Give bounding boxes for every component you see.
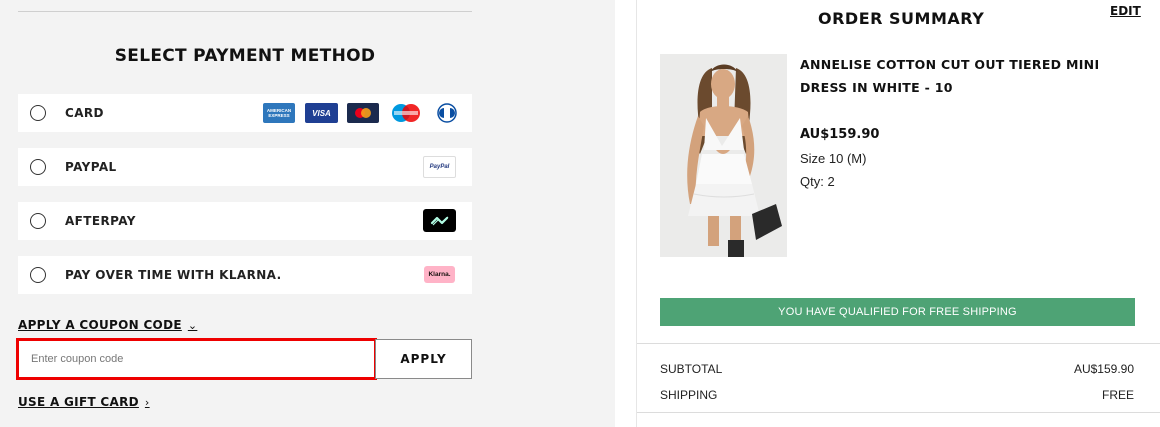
shipping-value: FREE [1101,388,1134,402]
chevron-down-icon: ⌄ [187,318,198,332]
payment-panel: SELECT PAYMENT METHOD CARD AMERICAN EXPR… [0,0,615,427]
paypal-logo-icon: PayPal [423,156,456,178]
subtotal-label: SUBTOTAL [660,362,723,376]
apply-coupon-link[interactable]: APPLY A COUPON CODE ⌄ [18,318,197,332]
paypal-radio[interactable] [30,159,46,175]
chevron-right-icon: › [144,395,150,409]
top-divider [18,11,472,12]
payment-section-title: SELECT PAYMENT METHOD [114,46,376,66]
subtotal-value: AU$159.90 [1073,362,1134,376]
totals-divider [637,343,1160,344]
amex-logo-icon: AMERICAN EXPRESS [263,103,295,123]
apply-coupon-button[interactable]: APPLY [375,339,472,379]
edit-order-link[interactable]: EDIT [1110,4,1141,18]
klarna-logo-icon: Klarna. [424,266,455,283]
coupon-code-input[interactable] [16,338,377,380]
product-quantity: Qty: 2 [800,174,835,189]
product-image [660,54,787,257]
subtotal-row: SUBTOTAL AU$159.90 [660,362,1134,376]
product-price: AU$159.90 [800,127,880,142]
shipping-row: SHIPPING FREE [660,388,1134,402]
mastercard-logo-icon [347,103,379,123]
payment-option-klarna[interactable]: PAY OVER TIME WITH KLARNA. Klarna. [18,256,472,294]
payment-option-paypal[interactable]: PAYPAL PayPal [18,148,472,186]
bottom-divider [637,412,1160,413]
payment-option-afterpay[interactable]: AFTERPAY [18,202,472,240]
product-name: ANNELISE COTTON CUT OUT TIERED MINI DRES… [800,57,1100,95]
afterpay-logo-icon [423,209,456,232]
afterpay-radio[interactable] [30,213,46,229]
visa-logo-icon: VISA [305,103,338,123]
use-gift-card-link[interactable]: USE A GIFT CARD › [18,395,150,409]
gift-card-label: USE A GIFT CARD [18,395,139,409]
order-summary-panel: ORDER SUMMARY EDIT ANNELISE COTTON CUT O… [636,0,1160,427]
payment-option-label: PAYPAL [65,160,117,174]
maestro-logo-icon [389,103,423,123]
payment-option-card[interactable]: CARD AMERICAN EXPRESS VISA [18,94,472,132]
apply-coupon-label: APPLY A COUPON CODE [18,318,182,332]
card-radio[interactable] [30,105,46,121]
order-summary-title: ORDER SUMMARY [818,9,985,28]
diners-logo-icon [433,103,461,123]
payment-option-label: AFTERPAY [65,214,136,228]
klarna-radio[interactable] [30,267,46,283]
free-shipping-banner: YOU HAVE QUALIFIED FOR FREE SHIPPING [660,298,1135,326]
product-size: Size 10 (M) [800,151,867,166]
payment-option-label: PAY OVER TIME WITH KLARNA. [65,268,282,282]
payment-option-label: CARD [65,106,104,120]
shipping-label: SHIPPING [660,388,718,402]
